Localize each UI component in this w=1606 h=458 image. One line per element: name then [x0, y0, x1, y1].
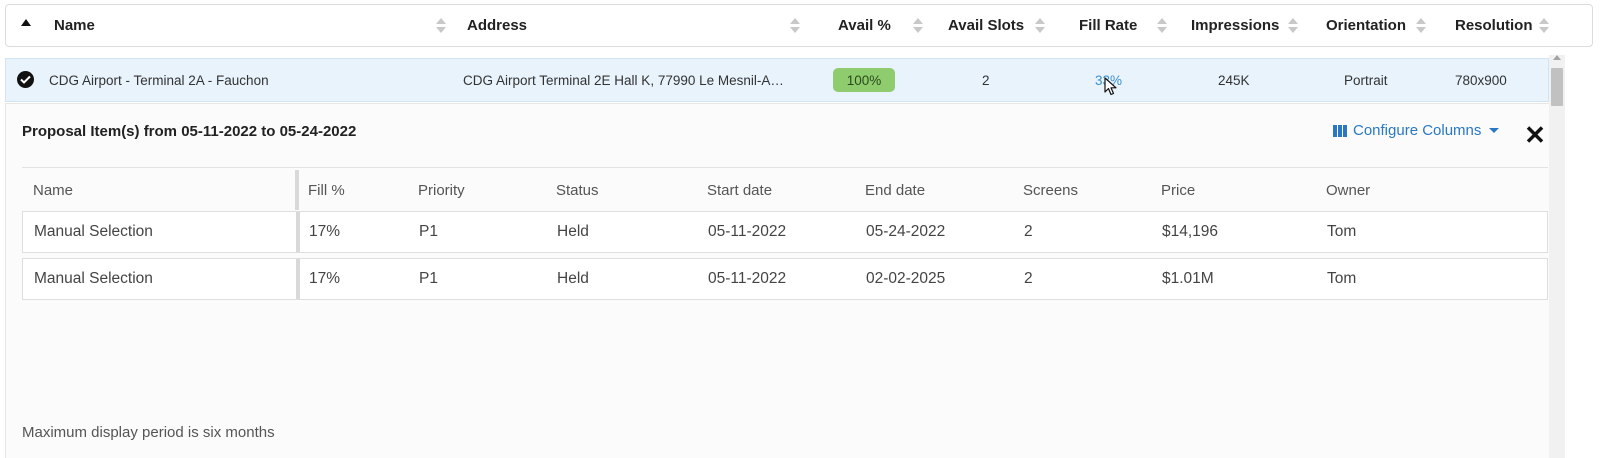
table-row[interactable]: CDG Airport - Terminal 2A - Fauchon CDG …	[5, 58, 1549, 102]
cell-name: Manual Selection	[34, 223, 153, 240]
avail-badge: 100%	[833, 68, 895, 92]
column-header-orientation[interactable]: Orientation	[1326, 5, 1406, 46]
sort-toggle-icon[interactable]	[1035, 18, 1045, 34]
column-header-label: Resolution	[1455, 17, 1533, 34]
sort-ascending-icon[interactable]	[21, 19, 31, 26]
checkmark-circle-icon[interactable]	[17, 71, 34, 88]
column-header-impressions[interactable]: Impressions	[1191, 5, 1279, 46]
cell-fill: 17%	[309, 223, 341, 240]
cell-avail-slots: 2	[982, 72, 990, 88]
cell-impressions: 245K	[1218, 72, 1250, 88]
cell-priority: P1	[419, 223, 438, 240]
cell-end-date: 02-02-2025	[866, 270, 946, 287]
column-header-label: Fill Rate	[1079, 17, 1138, 34]
proposal-row[interactable]: Manual Selection 17% P1 Held 05-11-2022 …	[22, 211, 1548, 253]
column-divider	[296, 259, 300, 299]
table-header: Name Address Avail % Avail Slots Fill Ra…	[5, 4, 1593, 47]
column-divider	[296, 212, 300, 252]
cell-status: Held	[557, 270, 589, 287]
cell-owner: Tom	[1327, 223, 1357, 240]
cell-end-date: 05-24-2022	[866, 223, 946, 240]
column-header-label: Avail Slots	[948, 17, 1025, 34]
cell-screens: 2	[1024, 223, 1033, 240]
cell-resolution: 780x900	[1455, 72, 1507, 88]
cell-start-date: 05-11-2022	[708, 270, 787, 287]
cell-start-date: 05-11-2022	[708, 223, 787, 240]
cell-price: $14,196	[1162, 223, 1219, 240]
cell-name: Manual Selection	[34, 270, 153, 287]
scrollbar-thumb[interactable]	[1551, 68, 1563, 106]
column-header-address[interactable]: Address	[467, 5, 527, 46]
chevron-down-icon	[1489, 128, 1500, 133]
subcolumn-header-owner[interactable]: Owner	[1326, 170, 1370, 210]
column-header-avail-pct[interactable]: Avail %	[838, 5, 891, 46]
column-header-resolution[interactable]: Resolution	[1455, 5, 1533, 46]
mouse-cursor-icon	[1104, 77, 1117, 96]
close-icon[interactable]: ✕	[1524, 122, 1546, 148]
sort-toggle-icon[interactable]	[1157, 18, 1167, 34]
column-header-fill-rate[interactable]: Fill Rate	[1079, 5, 1137, 46]
column-header-label: Orientation	[1326, 17, 1407, 34]
subcolumn-header-priority[interactable]: Priority	[418, 170, 465, 210]
cell-owner: Tom	[1327, 270, 1357, 287]
subcolumn-header-screens[interactable]: Screens	[1023, 170, 1078, 210]
panel-title: Proposal Item(s) from 05-11-2022 to 05-2…	[22, 123, 357, 140]
sort-toggle-icon[interactable]	[1539, 18, 1549, 34]
cell-price: $1.01M	[1162, 270, 1214, 287]
subcolumn-header-start-date[interactable]: Start date	[707, 170, 772, 210]
sort-toggle-icon[interactable]	[1288, 18, 1298, 34]
column-header-label: Name	[54, 17, 95, 34]
cell-address: CDG Airport Terminal 2E Hall K, 77990 Le…	[463, 72, 784, 88]
column-header-label: Impressions	[1191, 17, 1280, 34]
display-period-note: Maximum display period is six months	[22, 424, 275, 441]
cell-priority: P1	[419, 270, 438, 287]
configure-columns-button[interactable]: Configure Columns	[1333, 122, 1500, 139]
cell-name: CDG Airport - Terminal 2A - Fauchon	[49, 72, 269, 88]
column-resize-handle[interactable]	[295, 170, 299, 210]
subcolumn-header-fill[interactable]: Fill %	[308, 170, 345, 210]
check-icon	[20, 75, 31, 84]
sort-toggle-icon[interactable]	[790, 18, 800, 34]
cell-orientation: Portrait	[1344, 72, 1388, 88]
cell-screens: 2	[1024, 270, 1033, 287]
subcolumn-header-status[interactable]: Status	[556, 170, 599, 210]
column-header-avail-slots[interactable]: Avail Slots	[948, 5, 1024, 46]
sort-toggle-icon[interactable]	[436, 18, 446, 34]
subcolumn-header-price[interactable]: Price	[1161, 170, 1195, 210]
divider	[22, 167, 1548, 168]
configure-columns-label: Configure Columns	[1353, 122, 1482, 139]
scroll-up-arrow-icon[interactable]	[1553, 55, 1561, 60]
cell-fill: 17%	[309, 270, 341, 287]
sort-toggle-icon[interactable]	[913, 18, 923, 34]
column-header-label: Avail %	[838, 17, 891, 34]
column-header-label: Address	[467, 17, 528, 34]
cell-status: Held	[557, 223, 589, 240]
vertical-scrollbar[interactable]	[1549, 55, 1565, 458]
sort-toggle-icon[interactable]	[1416, 18, 1426, 34]
proposal-row[interactable]: Manual Selection 17% P1 Held 05-11-2022 …	[22, 258, 1548, 300]
subcolumn-header-end-date[interactable]: End date	[865, 170, 925, 210]
column-header-name[interactable]: Name	[54, 5, 95, 46]
subcolumn-header-name[interactable]: Name	[33, 170, 73, 210]
cell-avail-pct: 100%	[833, 59, 895, 101]
columns-icon	[1333, 124, 1349, 137]
